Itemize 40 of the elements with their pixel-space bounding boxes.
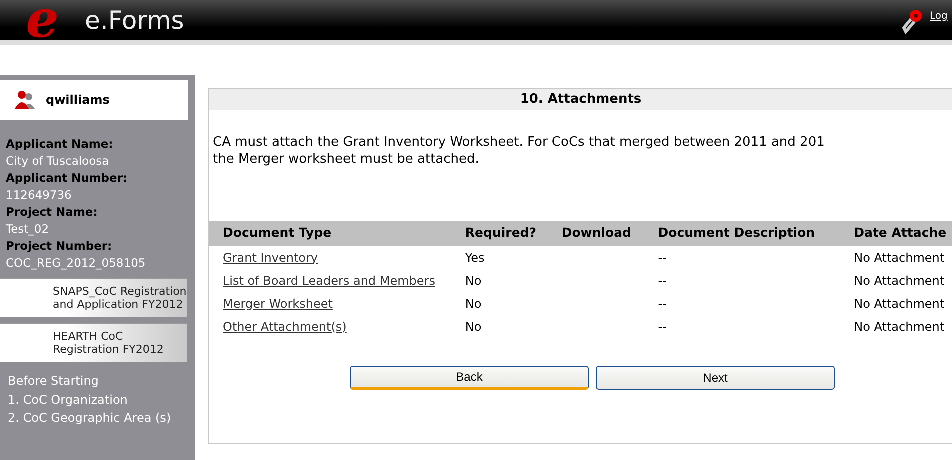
column-header: Required?: [465, 221, 562, 246]
field-label: Project Name:: [6, 204, 99, 221]
logout-link[interactable]: Log: [930, 9, 948, 24]
table-cell: No: [465, 274, 482, 288]
field-label: Applicant Number:: [6, 170, 129, 187]
users-icon: [14, 90, 36, 110]
table-cell: --: [658, 250, 667, 264]
nav-button[interactable]: Back: [350, 366, 589, 390]
column-header: Date Attache: [854, 221, 952, 246]
document-link[interactable]: Grant Inventory: [223, 250, 318, 264]
logo-letter: e: [26, 0, 60, 46]
field-label: Project Number:: [6, 238, 114, 255]
table-cell: No: [465, 320, 482, 334]
field-label: Applicant Name:: [6, 136, 114, 153]
field-value: 112649736: [6, 187, 73, 204]
field-value: City of Tuscaloosa: [6, 153, 110, 170]
document-link[interactable]: Merger Worksheet: [223, 296, 333, 310]
application-button[interactable]: HEARTH CoC Registration FY2012: [0, 323, 187, 362]
document-link[interactable]: Other Attachment(s): [223, 320, 347, 334]
field-value: Test_02: [6, 221, 50, 238]
section-title: 10. Attachments: [209, 89, 952, 110]
table-cell: No: [465, 296, 482, 310]
column-header: Document Type: [209, 221, 466, 246]
table-cell: Yes: [465, 250, 485, 264]
column-header: Document Description: [658, 221, 854, 246]
app-title: e.Forms: [85, 6, 184, 36]
column-header: Download: [562, 221, 658, 246]
table-cell: No Attachment: [854, 274, 945, 288]
instructions-text: CA must attach the Grant Inventory Worksheet. For CoCs that merged between 2011 and 201 the Merger worksheet must be attached.: [213, 134, 826, 168]
table-cell: No Attachment: [854, 320, 945, 334]
table-cell: No Attachment: [854, 250, 945, 264]
table-cell: --: [658, 274, 667, 288]
table-cell: --: [658, 296, 667, 310]
document-link[interactable]: List of Board Leaders and Members: [223, 274, 436, 288]
application-button[interactable]: SNAPS_CoC Registration and Application FY2012: [0, 278, 187, 317]
nav-button[interactable]: Next: [596, 366, 835, 390]
table-cell: --: [658, 320, 667, 334]
table-cell: No Attachment: [854, 296, 945, 310]
field-value: COC_REG_2012_058105: [6, 255, 147, 272]
username: qwilliams: [46, 92, 110, 109]
